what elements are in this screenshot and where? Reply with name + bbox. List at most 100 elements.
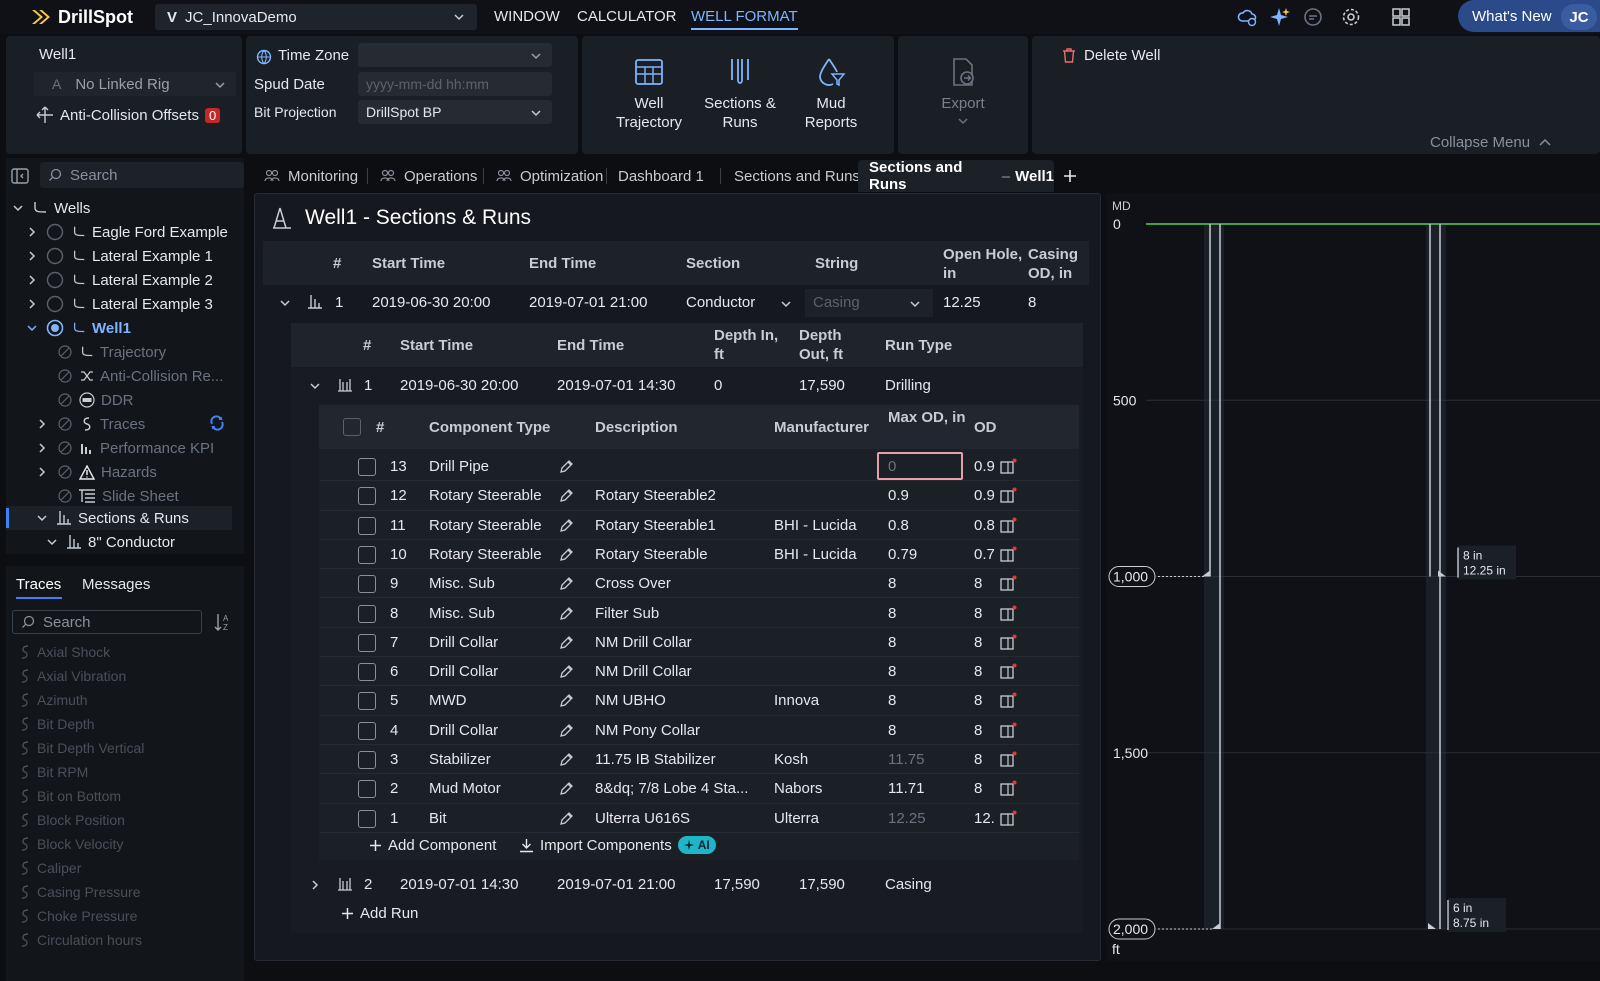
trace-item[interactable]: Circulation hours (20, 932, 142, 948)
trace-item[interactable]: Casing Pressure (20, 884, 141, 900)
component-type[interactable]: Rotary Steerable (429, 487, 542, 504)
row-checkbox[interactable] (358, 458, 376, 476)
row-checkbox[interactable] (358, 604, 376, 623)
spud-date-input[interactable]: yyyy-mm-dd hh:mm (358, 72, 552, 96)
mud-reports-button[interactable]: Mud Reports (786, 56, 876, 132)
row-checkbox[interactable] (358, 809, 376, 828)
row-checkbox[interactable] (358, 692, 376, 711)
component-type[interactable]: Mud Motor (429, 780, 501, 797)
run-start-time[interactable]: 2019-07-01 14:30 (400, 876, 518, 893)
component-type[interactable]: Bit (429, 810, 447, 827)
details-panel-icon[interactable] (999, 605, 1017, 623)
component-max-od[interactable]: 8 (888, 663, 896, 680)
run-depth-in[interactable]: 0 (714, 377, 722, 394)
component-od[interactable]: 0.7 (974, 546, 996, 563)
collapse-menu-button[interactable]: Collapse Menu (1430, 134, 1552, 151)
add-tab-icon[interactable] (1063, 169, 1077, 183)
component-description[interactable]: Rotary Steerable (595, 546, 708, 563)
pencil-icon[interactable] (559, 576, 574, 591)
details-panel-icon[interactable] (999, 546, 1017, 564)
pencil-icon[interactable] (559, 723, 574, 738)
component-od[interactable]: 8 (974, 634, 996, 651)
pencil-icon[interactable] (559, 488, 574, 503)
run-row[interactable]: 1 2019-06-30 20:00 2019-07-01 14:30 0 17… (291, 369, 1083, 403)
tree-item-anti-collision[interactable]: Anti-Collision Re... (58, 364, 223, 388)
run-depth-in[interactable]: 17,590 (714, 876, 760, 893)
component-row[interactable]: 10 Rotary Steerable Rotary Steerable BHI… (319, 540, 1079, 570)
menu-window[interactable]: WINDOW (494, 8, 560, 25)
component-od[interactable]: 0.9 (974, 487, 996, 504)
component-row[interactable]: 5 MWD NM UBHO Innova 8 8 (319, 686, 1079, 716)
bit-projection-select[interactable]: DrillSpot BP (358, 100, 552, 124)
row-checkbox[interactable] (358, 575, 376, 594)
component-manufacturer[interactable]: Kosh (774, 751, 808, 768)
component-max-od[interactable]: 8 (888, 692, 896, 709)
component-type[interactable]: Drill Collar (429, 663, 498, 680)
component-od[interactable]: 8 (974, 751, 996, 768)
tree-item-hazards[interactable]: Hazards (36, 460, 157, 484)
sync-icon[interactable] (209, 415, 225, 431)
component-description[interactable]: Rotary Steerable2 (595, 487, 716, 504)
string-select[interactable]: Casing (805, 289, 933, 317)
component-type[interactable]: Drill Collar (429, 722, 498, 739)
component-description[interactable]: Filter Sub (595, 605, 659, 622)
run-row[interactable]: 2 2019-07-01 14:30 2019-07-01 21:00 17,5… (291, 868, 1083, 902)
details-panel-icon[interactable] (999, 487, 1017, 505)
component-type[interactable]: Rotary Steerable (429, 546, 542, 563)
tree-item-ddr[interactable]: DDR (58, 388, 134, 412)
trace-item[interactable]: Bit RPM (20, 764, 88, 780)
pencil-icon[interactable] (559, 781, 574, 796)
add-component-button[interactable]: Add Component (369, 837, 496, 854)
trace-item[interactable]: Axial Shock (20, 644, 110, 660)
trace-item[interactable]: Choke Pressure (20, 908, 137, 924)
tab-messages[interactable]: Messages (82, 576, 150, 593)
component-description[interactable]: NM UBHO (595, 692, 666, 709)
tab-optimization[interactable]: Optimization (496, 160, 603, 192)
component-manufacturer[interactable]: Innova (774, 692, 819, 709)
delete-well-button[interactable]: Delete Well (1062, 47, 1160, 64)
component-type[interactable]: Stabilizer (429, 751, 491, 768)
run-type[interactable]: Drilling (885, 377, 931, 394)
component-row[interactable]: 12 Rotary Steerable Rotary Steerable2 0.… (319, 481, 1079, 511)
sort-az-icon[interactable]: AZ (214, 612, 232, 632)
component-max-od[interactable]: 0.9 (888, 487, 909, 504)
component-row[interactable]: 4 Drill Collar NM Pony Collar 8 8 (319, 716, 1079, 745)
component-row[interactable]: 9 Misc. Sub Cross Over 8 8 (319, 569, 1079, 599)
row-checkbox[interactable] (358, 780, 376, 799)
trace-search-input[interactable]: Search (12, 610, 202, 634)
app-logo[interactable]: DrillSpot (30, 7, 133, 28)
component-row[interactable]: 1 Bit Ulterra U616S Ulterra 12.25 12. (319, 804, 1079, 833)
menu-well-format[interactable]: WELL FORMAT (691, 8, 798, 30)
run-start-time[interactable]: 2019-06-30 20:00 (400, 377, 518, 394)
pencil-icon[interactable] (559, 459, 574, 474)
tree-item-slide-sheet[interactable]: Slide Sheet (58, 484, 179, 508)
menu-calculator[interactable]: CALCULATOR (577, 8, 676, 25)
component-description[interactable]: 8&dq; 7/8 Lobe 4 Sta... (595, 780, 748, 797)
component-od[interactable]: 8 (974, 605, 996, 622)
details-panel-icon[interactable] (999, 663, 1017, 681)
component-od[interactable]: 0.9 (974, 458, 996, 475)
details-panel-icon[interactable] (999, 458, 1017, 476)
details-panel-icon[interactable] (999, 751, 1017, 769)
tree-item-well[interactable]: Lateral Example 2 (26, 268, 213, 292)
trace-item[interactable]: Block Velocity (20, 836, 123, 852)
component-max-od[interactable]: 8 (888, 575, 896, 592)
section-row[interactable]: 1 2019-06-30 20:00 2019-07-01 21:00 Cond… (263, 286, 1089, 320)
run-end-time[interactable]: 2019-07-01 21:00 (557, 876, 675, 893)
details-panel-icon[interactable] (999, 810, 1017, 828)
component-od[interactable]: 0.8 (974, 517, 996, 534)
tree-item-sections-runs[interactable]: Sections & Runs (36, 506, 189, 530)
tree-item-traces[interactable]: Traces (36, 412, 145, 436)
project-selector[interactable]: V JC_InnovaDemo (155, 4, 477, 30)
component-max-od[interactable]: 11.71 (888, 780, 924, 797)
tree-item-wells[interactable]: Wells (12, 196, 90, 220)
sections-runs-button[interactable]: Sections & Runs (694, 56, 786, 132)
import-components-button[interactable]: Import Components AI (519, 836, 716, 854)
component-max-od[interactable]: 0.79 (888, 546, 917, 563)
pencil-icon[interactable] (559, 606, 574, 621)
cloud-sync-icon[interactable] (1236, 6, 1258, 28)
tree-item-trajectory[interactable]: Trajectory (58, 340, 166, 364)
time-zone-select[interactable] (358, 43, 552, 67)
component-description[interactable]: NM Drill Collar (595, 663, 692, 680)
component-od[interactable]: 8 (974, 722, 996, 739)
